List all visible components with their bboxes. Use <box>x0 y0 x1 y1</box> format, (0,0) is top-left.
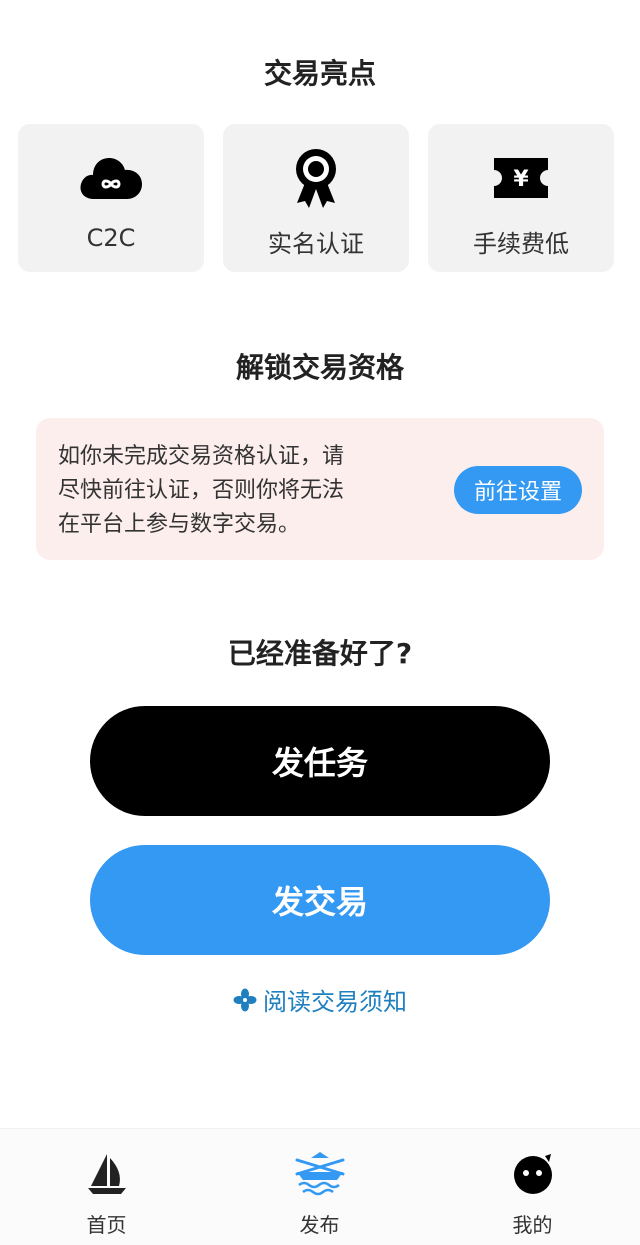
bottom-tab-bar: 首页 发布 我的 <box>0 1128 640 1245</box>
award-ribbon-icon <box>223 146 409 210</box>
read-trade-notice-link[interactable]: 阅读交易须知 <box>0 982 640 1017</box>
highlights-title: 交易亮点 <box>263 57 376 90</box>
notice-line: 尽快前往认证，否则你将无法 <box>58 478 345 503</box>
yen-ticket-icon: ¥ <box>428 146 614 210</box>
ready-title: 已经准备好了? <box>227 637 413 670</box>
tab-label: 我的 <box>512 1213 553 1237</box>
feature-label: 手续费低 <box>473 230 569 258</box>
feature-label: 实名认证 <box>268 230 364 258</box>
face-icon <box>426 1149 639 1199</box>
feature-card-c2c: C2C <box>18 124 204 272</box>
goto-settings-button[interactable]: 前往设置 <box>454 466 582 514</box>
qualification-notice: 如你未完成交易资格认证，请 尽快前往认证，否则你将无法 在平台上参与数字交易。 … <box>36 418 604 560</box>
post-task-button[interactable]: 发任务 <box>90 706 550 816</box>
svg-text:¥: ¥ <box>513 167 529 192</box>
tab-mine[interactable]: 我的 <box>426 1129 639 1245</box>
highlights-cards: C2C 实名认证 ¥ 手续费低 <box>18 124 614 272</box>
read-link-label: 阅读交易须知 <box>263 988 407 1016</box>
notice-line: 在平台上参与数字交易。 <box>58 512 301 537</box>
rowing-boat-icon <box>213 1149 426 1199</box>
tab-publish[interactable]: 发布 <box>213 1129 426 1245</box>
tab-home[interactable]: 首页 <box>0 1129 213 1245</box>
tab-label: 发布 <box>299 1213 340 1237</box>
notice-text: 如你未完成交易资格认证，请 尽快前往认证，否则你将无法 在平台上参与数字交易。 <box>58 440 378 542</box>
unlock-title: 解锁交易资格 <box>235 351 404 384</box>
feature-card-lowfee: ¥ 手续费低 <box>428 124 614 272</box>
cloud-infinity-icon <box>18 146 204 210</box>
sailboat-icon <box>0 1149 213 1199</box>
notice-line: 如你未完成交易资格认证，请 <box>58 444 345 469</box>
post-trade-button[interactable]: 发交易 <box>90 845 550 955</box>
feature-label: C2C <box>86 224 136 252</box>
clover-icon <box>233 988 257 1012</box>
tab-label: 首页 <box>86 1213 127 1237</box>
feature-card-realname: 实名认证 <box>223 124 409 272</box>
